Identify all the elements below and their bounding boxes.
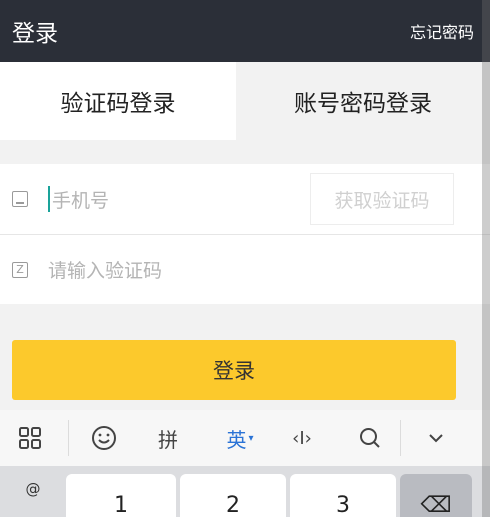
dropdown-arrow-icon: ▾ — [248, 432, 254, 444]
window-edge — [482, 0, 490, 517]
tab-sms-login[interactable]: 验证码登录 — [0, 62, 236, 140]
verification-code-icon: Z — [12, 261, 28, 278]
login-tabs: 验证码登录 账号密码登录 — [0, 62, 490, 140]
key-2[interactable]: 2 — [180, 474, 286, 517]
login-screen: 登录 忘记密码 验证码登录 账号密码登录 手机号 获取验证码 Z 请输入验证码 … — [0, 0, 490, 517]
key-at[interactable]: @ — [6, 474, 60, 517]
emoji-button[interactable] — [86, 420, 122, 456]
forgot-password-link[interactable]: 忘记密码 — [410, 19, 474, 43]
toolbar-divider — [68, 420, 69, 456]
phone-icon — [12, 191, 28, 207]
phone-input[interactable]: 手机号 — [52, 186, 109, 213]
login-button[interactable]: 登录 — [12, 340, 456, 400]
header-bar: 登录 忘记密码 — [0, 0, 490, 62]
grid-icon — [19, 427, 41, 449]
text-cursor — [48, 186, 50, 212]
keyboard-toolbar: 拼 英 ▾ ‹I› — [0, 410, 490, 466]
code-row: Z 请输入验证码 — [0, 234, 490, 304]
search-button[interactable] — [352, 420, 388, 456]
search-icon — [360, 428, 380, 448]
get-code-button[interactable]: 获取验证码 — [310, 173, 454, 225]
toolbar-divider — [400, 420, 401, 456]
keyboard-keys: @ 1 2 3 ⌫ — [0, 466, 490, 517]
tab-password-login[interactable]: 账号密码登录 — [236, 62, 490, 140]
english-mode-button[interactable]: 英 ▾ — [218, 420, 262, 456]
english-label: 英 — [226, 427, 247, 452]
chevron-down-icon — [429, 434, 443, 443]
code-input[interactable]: 请输入验证码 — [48, 256, 162, 283]
smiley-icon — [92, 426, 116, 450]
cursor-control-button[interactable]: ‹I› — [284, 420, 320, 456]
grid-menu-icon[interactable] — [14, 420, 46, 456]
phone-row: 手机号 获取验证码 — [0, 164, 490, 234]
page-title: 登录 — [12, 21, 58, 47]
login-form: 手机号 获取验证码 Z 请输入验证码 — [0, 164, 490, 304]
key-3[interactable]: 3 — [290, 474, 396, 517]
delete-key[interactable]: ⌫ — [400, 474, 472, 517]
key-1[interactable]: 1 — [66, 474, 176, 517]
collapse-keyboard-button[interactable] — [418, 420, 454, 456]
pinyin-button[interactable]: 拼 — [150, 420, 186, 456]
